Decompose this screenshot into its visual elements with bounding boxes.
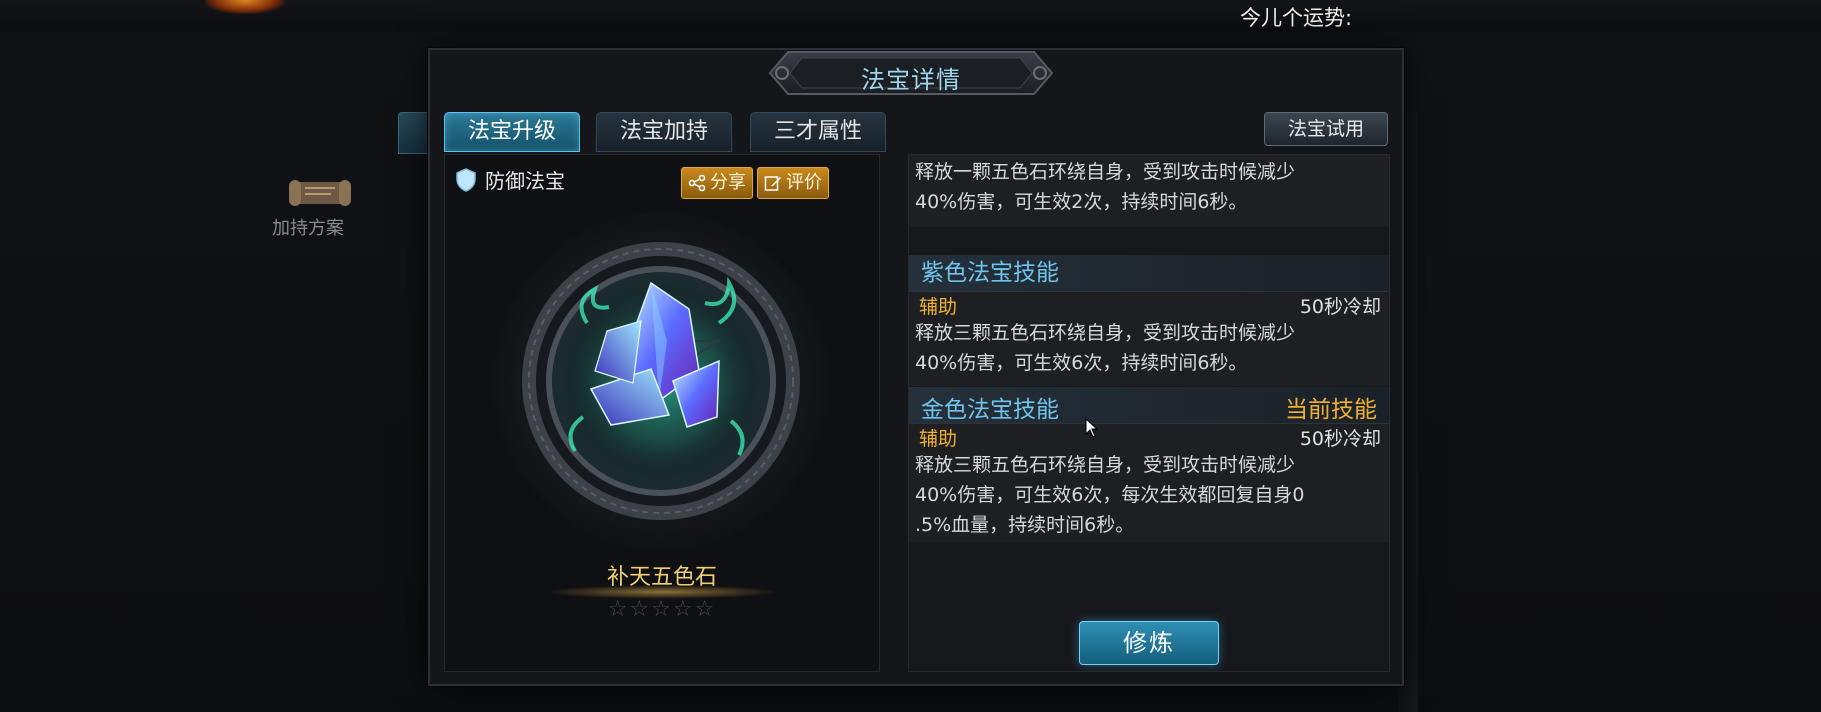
game-logo-fragment xyxy=(205,0,285,14)
rate-label: 评价 xyxy=(786,172,822,193)
five-color-stone-emblem xyxy=(493,213,829,549)
edit-icon xyxy=(764,176,781,191)
fortune-label[interactable]: 今儿个运势: xyxy=(1240,2,1352,32)
rate-button[interactable]: 评价 xyxy=(757,167,829,199)
skill-desc-line: 释放三颗五色石环绕自身，受到攻击时候减少 xyxy=(915,454,1296,476)
tab-upgrade[interactable]: 法宝升级 xyxy=(444,112,580,152)
blue-skill-block: 释放一颗五色石环绕自身，受到攻击时候减少 40%伤害，可生效2次，持续时间6秒。 xyxy=(909,155,1389,227)
share-button[interactable]: 分享 xyxy=(681,167,753,199)
tab-blessing[interactable]: 法宝加持 xyxy=(596,112,732,152)
purple-skill-cooldown: 50秒冷却 xyxy=(1299,296,1381,318)
skill-desc-line: 40%伤害，可生效6次，每次生效都回复自身0 xyxy=(915,484,1305,506)
shield-icon xyxy=(456,167,476,192)
treasure-detail-modal: 法宝详情 法宝升级 法宝加持 三才属性 法宝试用 防御法宝 分享 评价 补天五色… xyxy=(428,48,1404,686)
skill-desc-line: 释放一颗五色石环绕自身，受到攻击时候减少 xyxy=(915,161,1296,183)
top-bar: 今儿个运势: xyxy=(0,0,1821,33)
current-skill-label: 当前技能 xyxy=(1285,397,1377,423)
share-icon xyxy=(688,174,706,192)
treasure-trial-button[interactable]: 法宝试用 xyxy=(1264,112,1388,146)
share-label: 分享 xyxy=(710,172,746,193)
gold-skill-meta: 辅助 50秒冷却 xyxy=(909,424,1389,452)
skill-desc-line: 40%伤害，可生效2次，持续时间6秒。 xyxy=(915,191,1248,213)
cultivate-button[interactable]: 修炼 xyxy=(1079,621,1219,665)
skill-info-pane: 释放一颗五色石环绕自身，受到攻击时候减少 40%伤害，可生效2次，持续时间6秒。… xyxy=(908,154,1390,672)
gold-skill-title: 金色法宝技能 xyxy=(921,397,1059,423)
gold-skill-category: 辅助 xyxy=(919,428,958,450)
skill-desc-line: 40%伤害，可生效6次，持续时间6秒。 xyxy=(915,352,1248,374)
blessing-plan-label[interactable]: 加持方案 xyxy=(272,214,344,240)
skill-desc-line: .5%血量，持续时间6秒。 xyxy=(915,514,1135,536)
mouse-cursor-icon xyxy=(1085,418,1099,438)
purple-skill-header: 紫色法宝技能 xyxy=(909,255,1389,291)
gold-skill-header: 金色法宝技能 当前技能 xyxy=(909,387,1389,423)
purple-skill-block: 辅助 50秒冷却 释放三颗五色石环绕自身，受到攻击时候减少 40%伤害，可生效6… xyxy=(909,292,1389,386)
modal-title: 法宝详情 xyxy=(861,66,961,94)
purple-skill-title: 紫色法宝技能 xyxy=(921,260,1059,286)
purple-skill-category: 辅助 xyxy=(919,296,958,318)
tab-three-talents[interactable]: 三才属性 xyxy=(750,112,886,152)
treasure-name: 补天五色石 xyxy=(606,565,717,590)
star-rating: ☆☆☆☆☆ xyxy=(607,597,717,622)
scroll-icon[interactable] xyxy=(285,172,355,212)
gold-skill-cooldown: 50秒冷却 xyxy=(1299,428,1381,450)
purple-skill-meta: 辅助 50秒冷却 xyxy=(909,292,1389,320)
skill-desc-line: 释放三颗五色石环绕自身，受到攻击时候减少 xyxy=(915,322,1296,344)
treasure-type-label: 防御法宝 xyxy=(485,169,565,193)
gold-skill-block: 辅助 50秒冷却 释放三颗五色石环绕自身，受到攻击时候减少 40%伤害，可生效6… xyxy=(909,424,1389,542)
treasure-preview-pane: 防御法宝 分享 评价 补天五色石 ☆☆☆☆☆ xyxy=(444,154,880,672)
treasure-type-row: 防御法宝 xyxy=(455,165,565,194)
